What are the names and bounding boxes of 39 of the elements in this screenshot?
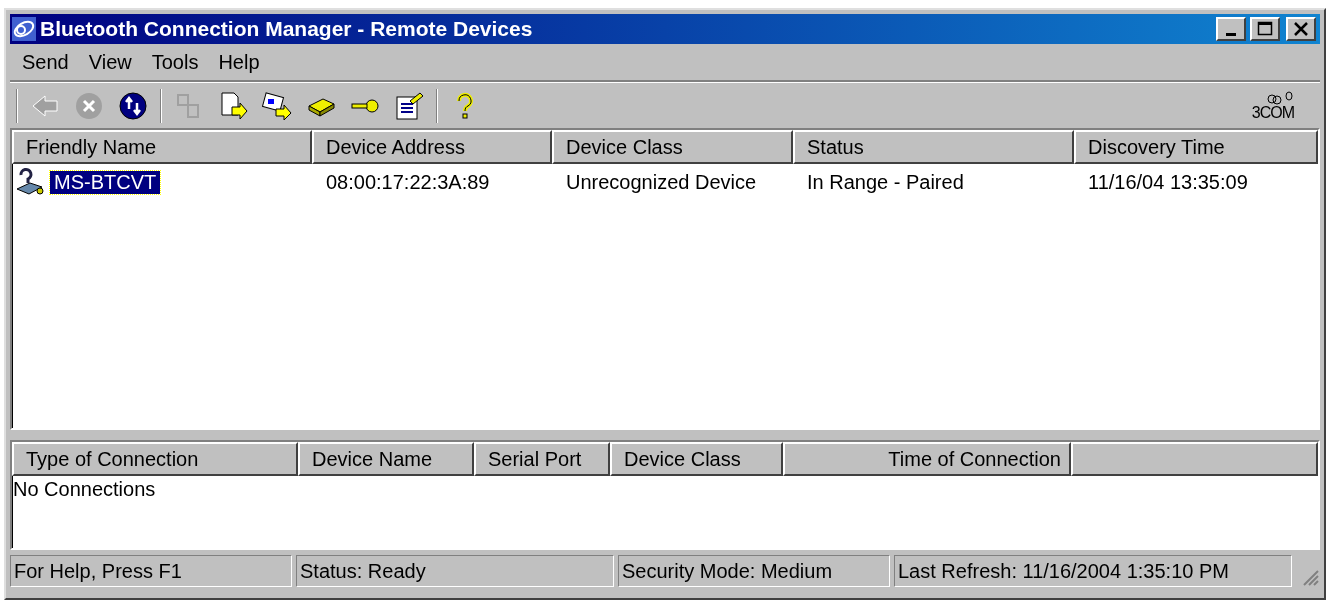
status-panel: Security Mode: Medium — [618, 555, 890, 587]
column-header[interactable]: Serial Port — [474, 442, 610, 476]
table-cell-text: Unrecognized Device — [565, 170, 758, 194]
card-send-icon — [262, 90, 292, 121]
stop-icon — [74, 90, 104, 121]
status-panel: Last Refresh: 11/16/2004 1:35:10 PM — [894, 555, 1292, 587]
close-icon — [1293, 21, 1309, 37]
close-button[interactable] — [1286, 17, 1316, 41]
column-header[interactable]: Device Address — [312, 130, 552, 164]
menu-item[interactable]: Help — [210, 50, 268, 74]
maximize-icon — [1257, 21, 1273, 37]
column-header[interactable]: Friendly Name — [12, 130, 312, 164]
table-cell-text: 08:00:17:22:3A:89 — [325, 170, 491, 194]
minimize-button[interactable] — [1216, 17, 1246, 41]
menu-item[interactable]: View — [80, 50, 140, 74]
rings-logo-icon — [1266, 90, 1294, 105]
refresh-icon — [118, 90, 148, 121]
menu-item[interactable]: Tools — [143, 50, 207, 74]
maximize-button[interactable] — [1250, 17, 1280, 41]
device-name[interactable]: MS-BTCVT — [50, 170, 161, 194]
column-header[interactable]: Discovery Time — [1074, 130, 1318, 164]
logo-text: 3COM — [1251, 104, 1294, 121]
column-header[interactable]: Status — [793, 130, 1074, 164]
window-title: Bluetooth Connection Manager - Remote Devices — [40, 17, 534, 41]
column-header[interactable]: Type of Connection — [12, 442, 298, 476]
bluetooth-logo-icon — [12, 17, 36, 41]
table-cell-text: 11/16/04 13:35:09 — [1087, 170, 1249, 194]
file-send-icon — [218, 90, 248, 121]
minimize-icon — [1226, 32, 1236, 36]
column-header[interactable]: Device Name — [298, 442, 474, 476]
status-panel: For Help, Press F1 — [10, 555, 292, 587]
empty-message: No Connections — [12, 477, 157, 501]
table-cell-text: In Range - Paired — [806, 170, 965, 194]
column-header[interactable]: Device Class — [552, 130, 793, 164]
status-panel: Status: Ready — [296, 555, 614, 587]
column-header[interactable]: Device Class — [610, 442, 783, 476]
menu-item[interactable]: Send — [14, 50, 77, 74]
properties-form-icon — [394, 90, 424, 121]
column-header[interactable]: Time of Connection — [783, 442, 1071, 476]
